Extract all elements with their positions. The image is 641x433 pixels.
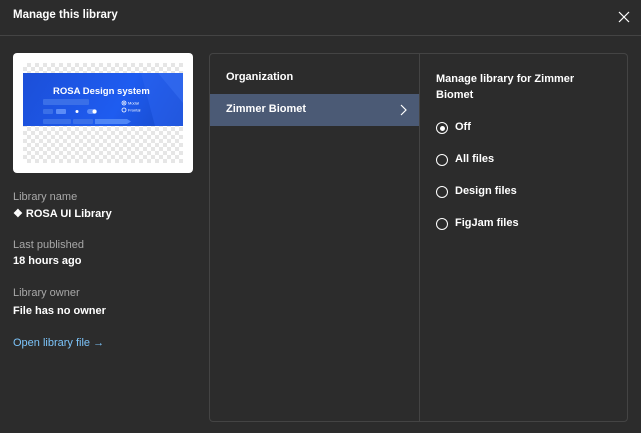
thumbnail-mock-label: Frontal — [128, 108, 141, 113]
radio-button[interactable] — [436, 218, 448, 230]
thumbnail-title: ROSA Design system — [53, 86, 150, 97]
modal-title: Manage this library — [13, 9, 118, 21]
organization-heading: Organization — [226, 71, 294, 83]
option-label: Off — [455, 121, 471, 133]
modal-header: Manage this library — [0, 0, 641, 36]
library-owner-value: File has no owner — [13, 305, 106, 317]
radio-button[interactable] — [436, 122, 448, 134]
organization-column: Organization Zimmer Biomet — [210, 54, 420, 421]
library-settings-panel: Organization Zimmer Biomet Manage librar… — [209, 53, 628, 422]
radio-button[interactable] — [436, 186, 448, 198]
organization-item-label: Zimmer Biomet — [226, 103, 307, 115]
option-label: FigJam files — [455, 217, 519, 229]
library-name-value: ❖ ROSA UI Library — [13, 208, 112, 220]
manage-library-modal: Manage this library Modal Frontal ROSA D… — [0, 0, 641, 433]
manage-column: Manage library for Zimmer Biomet Off All… — [420, 54, 627, 421]
organization-item-zimmer-biomet[interactable]: Zimmer Biomet — [210, 94, 419, 126]
thumbnail-cover: Modal Frontal ROSA Design system — [23, 73, 183, 126]
thumbnail-mock-label: Modal — [128, 101, 139, 106]
manage-heading: Manage library for Zimmer Biomet — [436, 73, 575, 101]
option-label: All files — [455, 153, 495, 165]
option-label: Design files — [455, 185, 517, 197]
chevron-right-icon — [400, 104, 407, 116]
library-owner-label: Library owner — [13, 287, 80, 299]
close-icon — [618, 11, 630, 23]
thumbnail-mock-components: Modal Frontal — [43, 73, 183, 126]
library-thumbnail: Modal Frontal ROSA Design system — [13, 53, 193, 173]
library-name-label: Library name — [13, 191, 78, 203]
last-published-label: Last published — [13, 239, 84, 251]
radio-button[interactable] — [436, 154, 448, 166]
close-button[interactable] — [612, 5, 636, 29]
open-library-file-link[interactable]: Open library file → — [13, 337, 104, 349]
last-published-value: 18 hours ago — [13, 255, 82, 267]
